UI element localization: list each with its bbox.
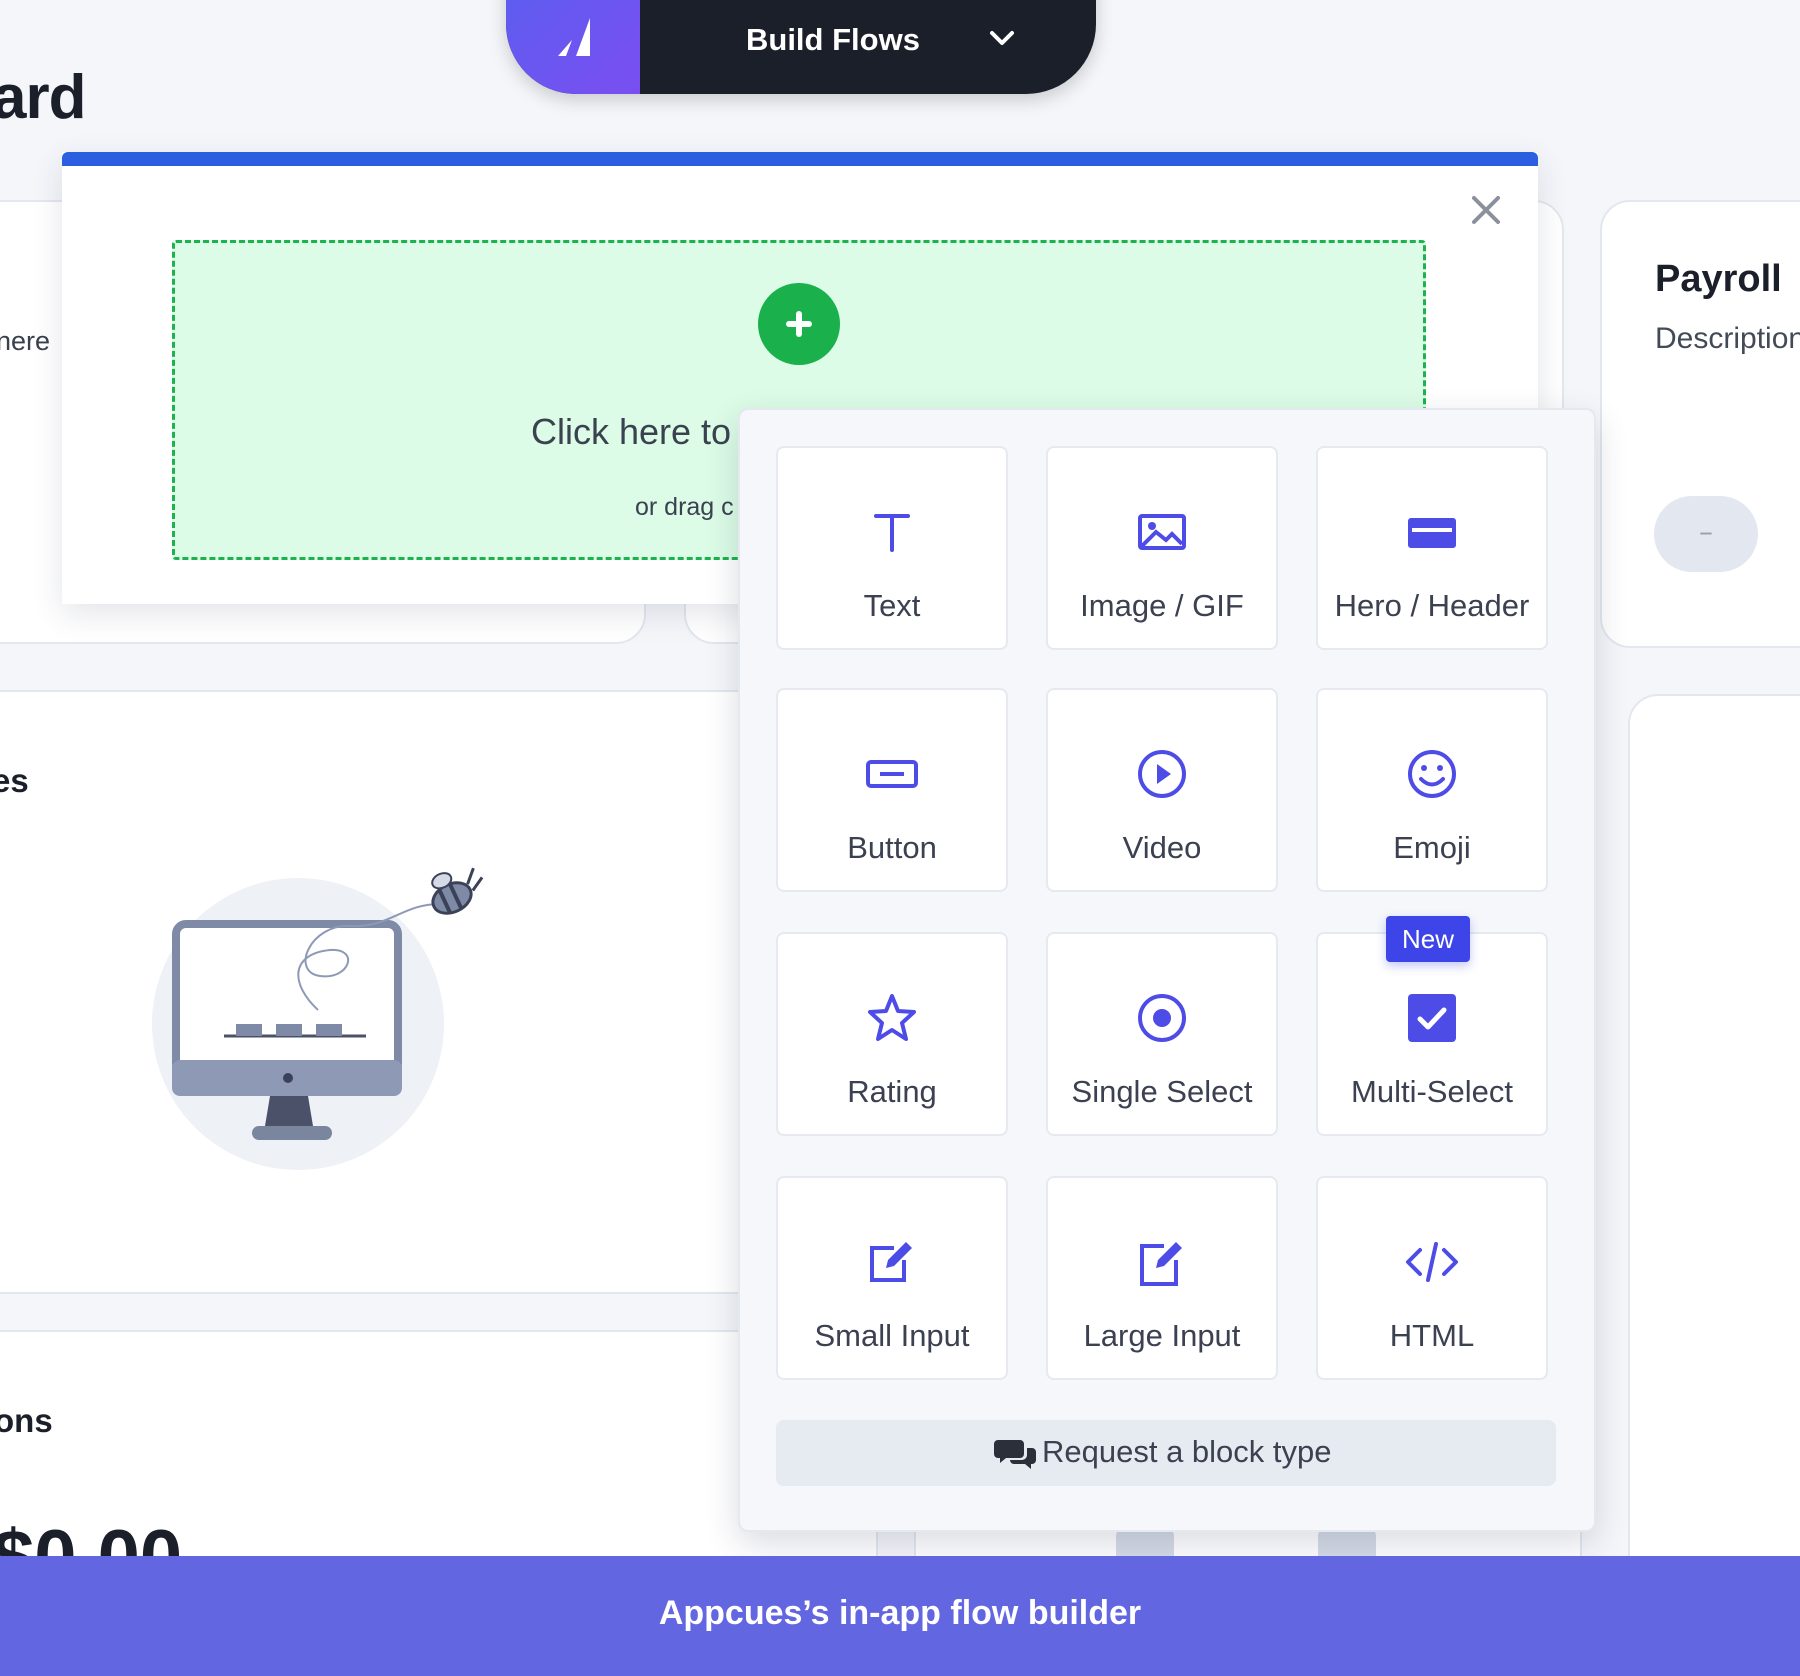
block-tile-label: Text	[863, 588, 921, 623]
block-tile-single-select[interactable]: Single Select	[1046, 932, 1278, 1136]
build-flows-label[interactable]: Build Flows	[746, 22, 920, 58]
build-flows-bar[interactable]: Build Flows	[506, 0, 1096, 94]
block-tile-label: Small Input	[814, 1318, 970, 1353]
editor-top-bar	[62, 152, 1538, 166]
block-tile-rating[interactable]: Rating	[776, 932, 1008, 1136]
block-tile-label: Button	[847, 830, 937, 865]
dropzone-title: Click here to	[531, 411, 732, 452]
plus-circle-icon[interactable]	[758, 283, 840, 365]
block-tile-small-input[interactable]: Small Input	[776, 1176, 1008, 1380]
edit-icon	[870, 1242, 912, 1282]
image-icon	[1138, 514, 1186, 550]
close-icon[interactable]	[1468, 192, 1504, 228]
block-tile-image-gif[interactable]: Image / GIF	[1046, 446, 1278, 650]
card-text-fragment: nere	[0, 326, 51, 356]
card-heading-fragment: ons	[0, 1402, 53, 1439]
radio-icon	[1138, 994, 1186, 1042]
button-icon	[866, 760, 918, 788]
block-tile-label: Video	[1122, 830, 1202, 865]
request-block-type-label: Request a block type	[1042, 1434, 1332, 1469]
computer-illustration	[152, 867, 484, 1170]
chevron-down-icon[interactable]	[988, 28, 1016, 48]
block-tile-video[interactable]: Video	[1046, 688, 1278, 892]
star-icon	[868, 994, 916, 1041]
video-play-icon	[1138, 750, 1186, 798]
appcues-logo-icon[interactable]	[506, 0, 640, 94]
dashboard-card	[1628, 694, 1800, 1556]
caption-text: Appcues’s in-app flow builder	[658, 1594, 1142, 1632]
card-tab-stub	[1318, 1528, 1376, 1556]
page-title: ard	[0, 63, 86, 132]
card-tab-stub	[1116, 1528, 1174, 1556]
block-tile-label: Emoji	[1393, 830, 1471, 865]
card-heading-fragment: es	[0, 762, 29, 799]
block-tile-label: Image / GIF	[1080, 588, 1244, 623]
block-tile-label: Rating	[847, 1074, 937, 1109]
code-icon	[1406, 1242, 1458, 1282]
block-tile-html[interactable]: HTML	[1316, 1176, 1548, 1380]
dropzone-subtitle: or drag c	[635, 493, 734, 521]
payroll-title: Payroll	[1655, 258, 1782, 300]
card-value-fragment: $0.00	[0, 1514, 182, 1556]
checkbox-icon	[1408, 994, 1456, 1042]
block-tile-button[interactable]: Button	[776, 688, 1008, 892]
payroll-button[interactable]: –	[1654, 496, 1758, 572]
text-icon	[874, 514, 910, 552]
block-tile-label: HTML	[1389, 1318, 1475, 1353]
hero-header-icon	[1408, 518, 1456, 548]
block-tile-label: Single Select	[1071, 1074, 1253, 1109]
block-tile-label: Large Input	[1083, 1318, 1241, 1353]
block-tile-hero-header[interactable]: Hero / Header	[1316, 446, 1548, 650]
chat-bubbles-icon	[994, 1440, 1036, 1469]
block-type-picker: Text Image / GIF Hero / Header Button Vi…	[738, 408, 1596, 1532]
new-badge: New	[1386, 916, 1470, 962]
block-tile-multi-select[interactable]: Multi-Select	[1316, 932, 1548, 1136]
block-tile-label: Hero / Header	[1334, 588, 1530, 623]
block-tile-label: Multi-Select	[1351, 1074, 1513, 1109]
payroll-description: Description	[1655, 322, 1800, 355]
block-tile-emoji[interactable]: Emoji	[1316, 688, 1548, 892]
request-block-type-button[interactable]: Request a block type	[776, 1420, 1556, 1486]
block-tile-large-input[interactable]: Large Input	[1046, 1176, 1278, 1380]
edit-icon	[1140, 1242, 1182, 1286]
emoji-icon	[1408, 750, 1456, 798]
block-tile-text[interactable]: Text	[776, 446, 1008, 650]
caption-banner: Appcues’s in-app flow builder	[0, 1556, 1800, 1676]
